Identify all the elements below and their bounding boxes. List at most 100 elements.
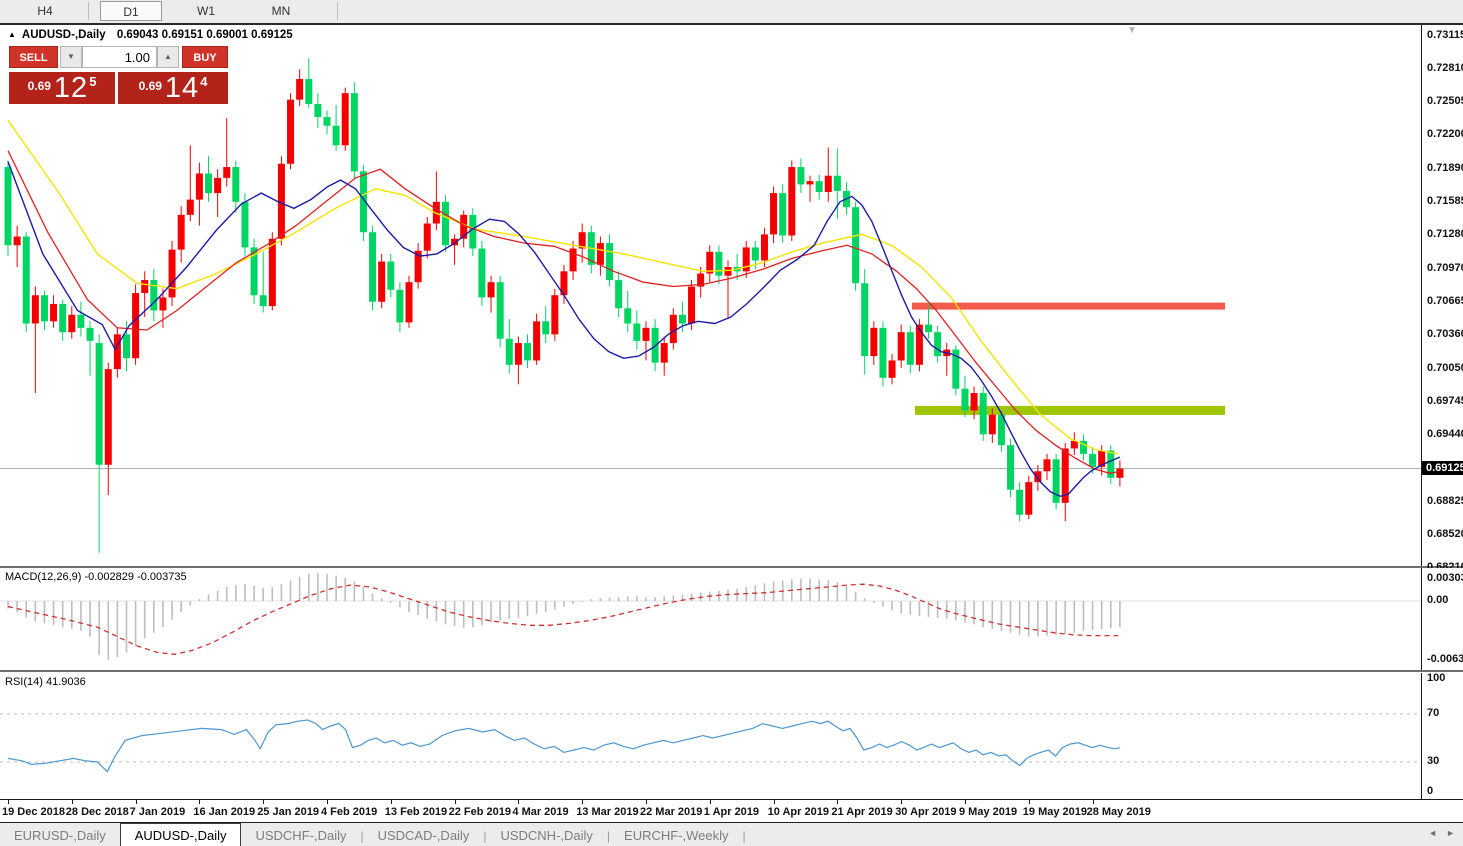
date-tick [901,800,902,804]
candle-body [770,193,777,234]
rsi-axis[interactable]: 10070300 [1421,673,1463,799]
candle-body [725,267,732,276]
buy-price-tile[interactable]: 0.69144 [118,72,228,104]
candle-body [488,282,495,297]
macd-axis-label: 0.003035 [1427,572,1463,585]
date-axis-label: 19 Dec 2018 [2,806,65,818]
candle-body [898,332,905,360]
tab-eurchfweekly[interactable]: EURCHF-,Weekly [610,824,743,846]
candle-body [323,117,330,126]
mt4-application: H4 D1 W1 MN ▲ AUDUSD-,Daily 0.69043 0.69151 … [0,0,1463,846]
candle-body [68,315,75,332]
timeframe-button-w1[interactable]: W1 [175,1,237,21]
candle-body [825,176,832,192]
date-tick [774,800,775,804]
macd-axis-label: -0.006311 [1427,653,1463,666]
chart-tab-bar: ◄ ► EURUSD-,DailyAUDUSD-,DailyUSDCHF-,Da… [0,822,1463,846]
price-axis-label: 0.70665 [1427,295,1463,308]
candle-body [478,249,485,298]
price-axis[interactable]: 0.731150.728100.725050.722000.718900.715… [1421,25,1463,566]
price-axis-label: 0.71280 [1427,228,1463,241]
candle-body [241,202,248,248]
candle-body [205,174,212,194]
candle-body [1025,482,1032,515]
tab-audusddaily[interactable]: AUDUSD-,Daily [120,823,242,846]
candle-body [506,339,513,365]
candle-body [232,167,239,202]
candle-body [615,280,622,308]
date-tick [965,800,966,804]
candle-body [32,295,39,323]
date-axis-label: 21 Apr 2019 [831,806,892,818]
panel-splitter-rsi[interactable] [0,670,1463,672]
date-axis-label: 7 Jan 2019 [130,806,186,818]
chart-collapse-icon[interactable]: ▲ [8,30,16,39]
candle-body [378,262,385,302]
tab-scroll-right-icon[interactable]: ► [1446,828,1455,838]
candle-body [688,287,695,324]
volume-decrease-button[interactable]: ▼ [60,46,82,68]
candle-body [1116,469,1123,478]
candle-body [214,178,221,193]
candle-body [606,243,613,280]
date-tick [1029,800,1030,804]
candle-body [788,167,795,235]
candle-body [624,308,631,323]
candle-body [879,328,886,378]
tab-scroll-left-icon[interactable]: ◄ [1428,828,1437,838]
price-shift-marker-icon[interactable]: ▼ [1127,25,1137,36]
candle-body [114,334,121,369]
date-axis[interactable]: 19 Dec 201828 Dec 20187 Jan 201916 Jan 2… [0,799,1463,823]
timeframe-button-mn[interactable]: MN [250,1,312,21]
volume-increase-button[interactable]: ▲ [157,46,179,68]
sell-price-tile[interactable]: 0.69125 [9,72,115,104]
candle-body [287,100,294,164]
date-tick [518,800,519,804]
macd-label: MACD(12,26,9) -0.002829 -0.003735 [5,571,187,583]
candle-body [761,234,768,260]
candle-body [861,283,868,356]
toolbar-separator [88,2,89,20]
candle-body [178,215,185,250]
candle-body [870,328,877,356]
timeframe-button-h4[interactable]: H4 [14,1,76,21]
candle-body [50,304,57,321]
macd-axis-label: 0.00 [1427,594,1448,607]
rsi-indicator-canvas[interactable] [0,673,1421,799]
candle-body [333,126,340,146]
candle-body [96,343,103,465]
candle-body [551,295,558,334]
sell-button[interactable]: SELL [9,46,58,68]
candle-body [1034,471,1041,482]
toolbar-separator [337,2,338,20]
date-axis-label: 25 Jan 2019 [257,806,319,818]
macd-axis[interactable]: 0.003035 0.00 -0.006311 [1421,568,1463,670]
price-axis-label: 0.71890 [1427,162,1463,175]
candle-body [87,328,94,341]
date-axis-label: 19 May 2019 [1023,806,1087,818]
candle-body [971,393,978,410]
candle-body [424,224,431,251]
macd-indicator-canvas[interactable] [0,568,1421,670]
price-axis-label: 0.68520 [1427,528,1463,541]
buy-button[interactable]: BUY [182,46,228,68]
panel-splitter-macd[interactable] [0,566,1463,568]
candle-body [706,252,713,274]
volume-input[interactable] [82,46,157,68]
candle-body [779,193,786,235]
candle-body [442,202,449,245]
sell-price-main: 12 [54,72,88,104]
tab-usdchfdaily[interactable]: USDCHF-,Daily [241,824,360,846]
tab-eurusddaily[interactable]: EURUSD-,Daily [0,824,120,846]
tab-usdcnhdaily[interactable]: USDCNH-,Daily [486,824,606,846]
candle-body [497,282,504,339]
chart-ohlc-values: 0.69043 0.69151 0.69001 0.69125 [117,29,293,41]
date-tick [582,800,583,804]
timeframe-button-d1[interactable]: D1 [100,1,162,21]
buy-price-main: 14 [165,72,199,104]
candle-body [961,389,968,411]
tab-usdcaddaily[interactable]: USDCAD-,Daily [364,824,484,846]
candle-body [989,415,996,435]
candle-body [533,321,540,360]
date-axis-label: 22 Feb 2019 [449,806,511,818]
